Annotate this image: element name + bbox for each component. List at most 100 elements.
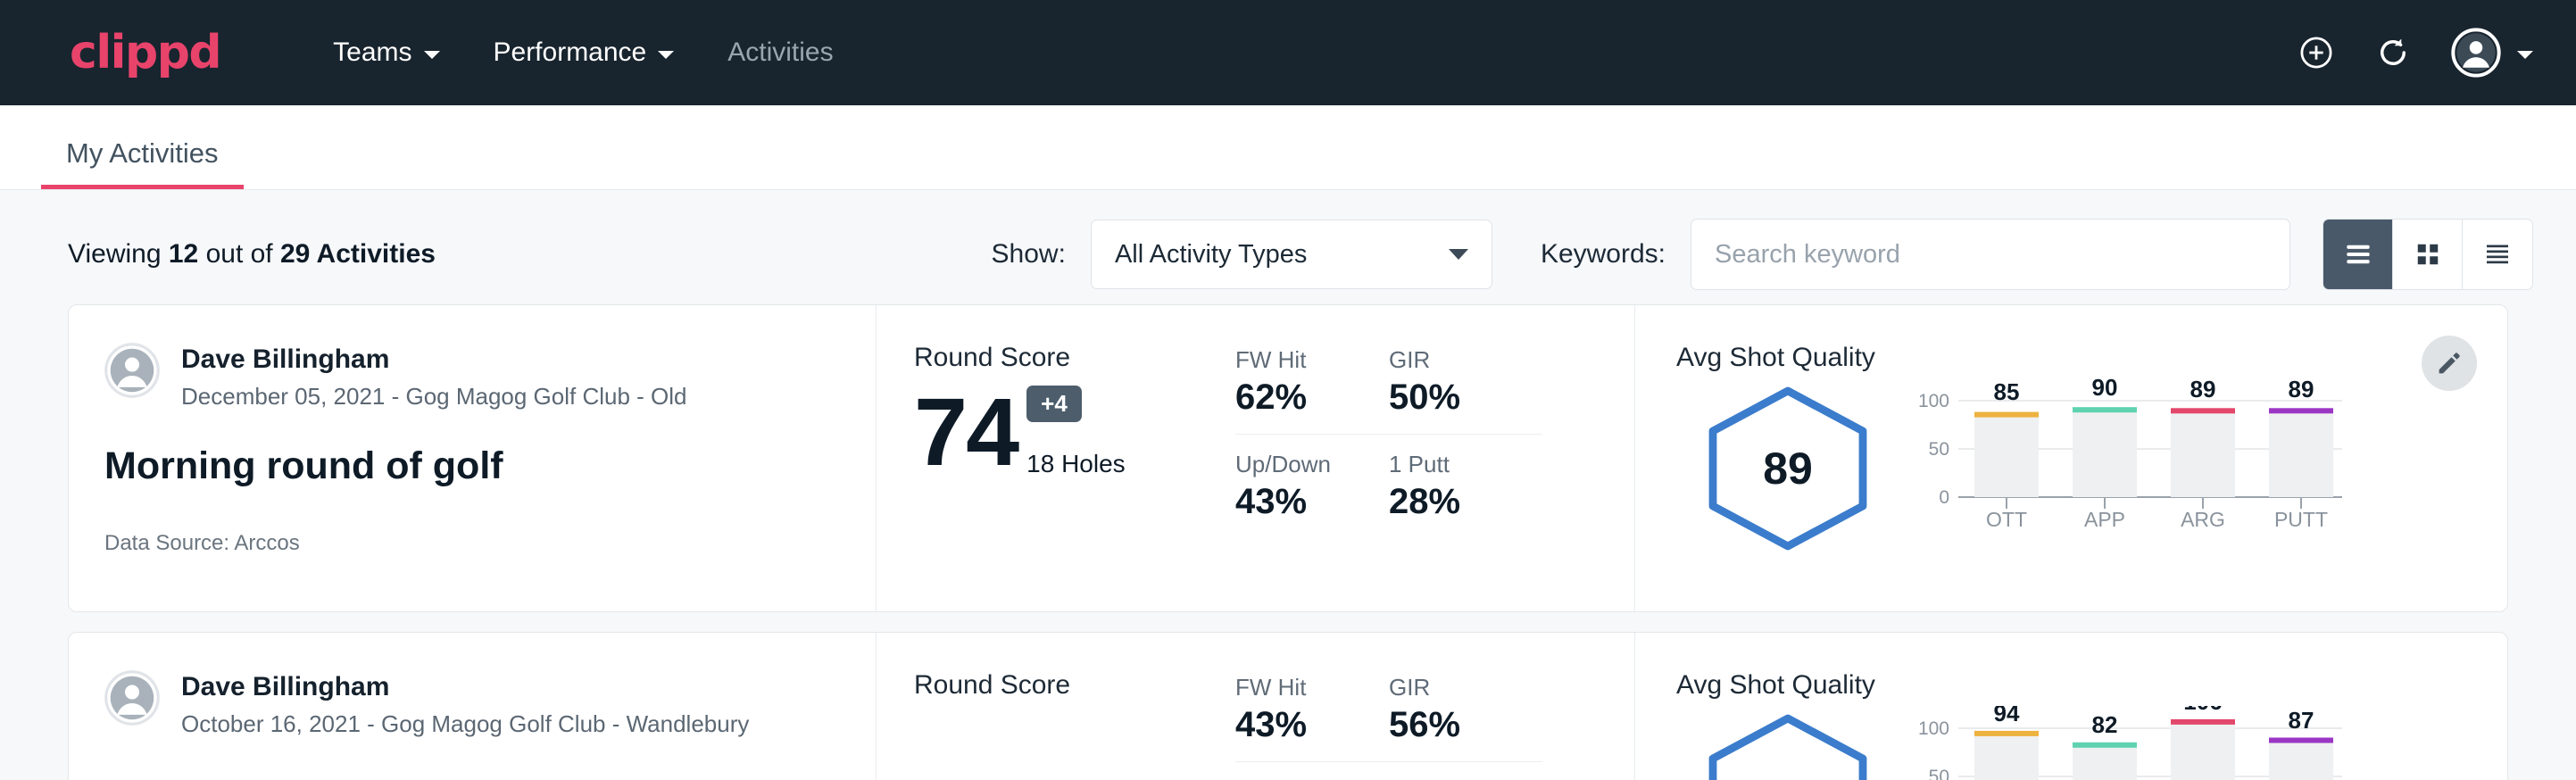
grid-view-button[interactable] [2393, 220, 2463, 289]
stat-gir: GIR 56% [1389, 674, 1542, 762]
stat-label: Up/Down [1235, 451, 1357, 478]
search-input[interactable]: Search keyword [1715, 240, 1900, 270]
round-score-label: Round Score [914, 670, 1198, 701]
add-circle-icon[interactable] [2298, 34, 2335, 71]
chevron-down-icon [658, 51, 674, 59]
person-icon [104, 670, 160, 726]
viewing-middle: out of [198, 239, 280, 269]
nav-actions [2298, 28, 2533, 78]
search-input-wrapper[interactable]: Search keyword [1691, 219, 2290, 290]
quality-row: 100 50 0 94 82 [1676, 706, 2472, 780]
viewing-count-text: Viewing 12 out of 29 Activities [68, 239, 436, 270]
clippd-logo[interactable]: clippd [70, 26, 220, 79]
primary-nav: Teams Performance Activities [306, 37, 860, 68]
stat-value: 43% [1235, 482, 1357, 522]
bar-body-ott [1974, 734, 2039, 780]
quality-hexagon-wrap: 89 [1676, 378, 1899, 553]
nav-item-performance[interactable]: Performance [467, 37, 702, 68]
stat-value: 28% [1389, 482, 1510, 522]
score-differential-badge: +4 [1026, 386, 1082, 422]
stat-value: 43% [1235, 705, 1357, 745]
stat-fw-hit: FW Hit 43% [1235, 674, 1389, 762]
bar-body-ott [1974, 415, 2039, 497]
nav-item-label: Teams [333, 37, 411, 68]
activity-user-block: Dave Billingham December 05, 2021 - Gog … [104, 343, 840, 411]
keywords-label: Keywords: [1541, 239, 1666, 270]
stat-one-putt: 1 Putt 28% [1389, 451, 1542, 522]
avg-shot-quality-label: Avg Shot Quality [1676, 670, 2472, 701]
avatar [104, 670, 160, 726]
activity-card[interactable]: Dave Billingham December 05, 2021 - Gog … [68, 304, 2508, 612]
bar-cap-app [2073, 407, 2137, 412]
stat-label: GIR [1389, 674, 1510, 701]
quality-hexagon: 89 [1699, 384, 1877, 553]
bar-body-arg [2171, 411, 2235, 497]
bar-value-app: 90 [2092, 378, 2118, 401]
activity-user-block: Dave Billingham October 16, 2021 - Gog M… [104, 670, 840, 738]
avg-shot-quality-value: 89 [1763, 443, 1813, 494]
activity-type-select[interactable]: All Activity Types [1091, 220, 1492, 289]
avg-shot-quality-column: Avg Shot Quality 100 50 0 [1635, 633, 2507, 780]
tab-label: My Activities [66, 137, 219, 169]
nav-item-teams[interactable]: Teams [306, 37, 466, 68]
account-menu[interactable] [2451, 28, 2533, 78]
bar-label-arg: ARG [2181, 508, 2225, 531]
list-view-button[interactable] [2323, 220, 2393, 289]
bar-cap-arg [2171, 719, 2235, 725]
y-tick-100: 100 [1918, 391, 1949, 411]
activity-type-value: All Activity Types [1115, 240, 1307, 270]
round-score-value: 74 [914, 386, 1018, 478]
account-avatar-icon [2451, 28, 2501, 78]
viewing-prefix: Viewing [68, 239, 169, 269]
activity-user-name: Dave Billingham [181, 670, 749, 704]
activity-meta: October 16, 2021 - Gog Magog Golf Club -… [181, 710, 749, 738]
y-tick-50: 50 [1929, 439, 1949, 460]
shot-quality-bar-chart: 100 50 0 94 82 [1914, 706, 2351, 780]
edit-activity-button[interactable] [2422, 336, 2477, 391]
shot-quality-bar-chart: 100 50 0 85 OTT [1914, 378, 2351, 561]
round-score-row: 74 +4 18 Holes [914, 386, 1198, 478]
edit-icon [2435, 349, 2464, 378]
tab-my-activities[interactable]: My Activities [41, 137, 244, 189]
bar-value-arg: 89 [2190, 378, 2216, 402]
compact-view-button[interactable] [2463, 220, 2532, 289]
viewing-total-count: 29 Activities [280, 239, 436, 269]
grid-view-icon [2412, 238, 2444, 270]
bar-cap-ott [1974, 412, 2039, 418]
activity-meta: December 05, 2021 - Gog Magog Golf Club … [181, 383, 687, 411]
page-body: Viewing 12 out of 29 Activities Show: Al… [0, 190, 2576, 780]
bar-body-putt [2269, 741, 2333, 780]
bar-body-app [2073, 745, 2137, 780]
chevron-down-icon [424, 51, 440, 59]
bar-cap-putt [2269, 738, 2333, 743]
stat-label: FW Hit [1235, 346, 1357, 374]
activity-card[interactable]: Dave Billingham October 16, 2021 - Gog M… [68, 632, 2508, 780]
bar-body-app [2073, 411, 2137, 497]
round-score-column: Round Score 74 +4 18 Holes [877, 305, 1198, 611]
bar-value-putt: 87 [2289, 707, 2314, 734]
bar-body-putt [2269, 411, 2333, 497]
activity-card-list: Dave Billingham December 05, 2021 - Gog … [0, 304, 2576, 780]
avatar [104, 343, 160, 398]
show-label: Show: [992, 239, 1066, 270]
activity-data-source: Data Source: Arccos [104, 531, 840, 556]
stat-label: 1 Putt [1389, 451, 1510, 478]
nav-item-label: Performance [494, 37, 647, 68]
filter-toolbar: Viewing 12 out of 29 Activities Show: Al… [0, 190, 2576, 304]
quality-row: 89 100 50 0 [1676, 378, 2472, 561]
refresh-icon[interactable] [2374, 34, 2412, 71]
round-score-label: Round Score [914, 343, 1198, 373]
bar-cap-app [2073, 743, 2137, 748]
bar-body-arg [2171, 723, 2235, 780]
bar-value-ott: 85 [1994, 378, 2020, 405]
nav-item-activities[interactable]: Activities [701, 37, 860, 68]
top-navigation-bar: clippd Teams Performance Activities [0, 0, 2576, 105]
activity-title: Morning round of golf [104, 444, 840, 488]
filter-controls: Show: All Activity Types Keywords: Searc… [992, 219, 2533, 290]
stat-value: 56% [1389, 705, 1510, 745]
quality-hexagon [1699, 711, 1877, 780]
bar-value-app: 82 [2092, 711, 2118, 738]
y-tick-100: 100 [1918, 718, 1949, 739]
compact-view-icon [2481, 238, 2514, 270]
chevron-down-icon [1449, 249, 1468, 260]
